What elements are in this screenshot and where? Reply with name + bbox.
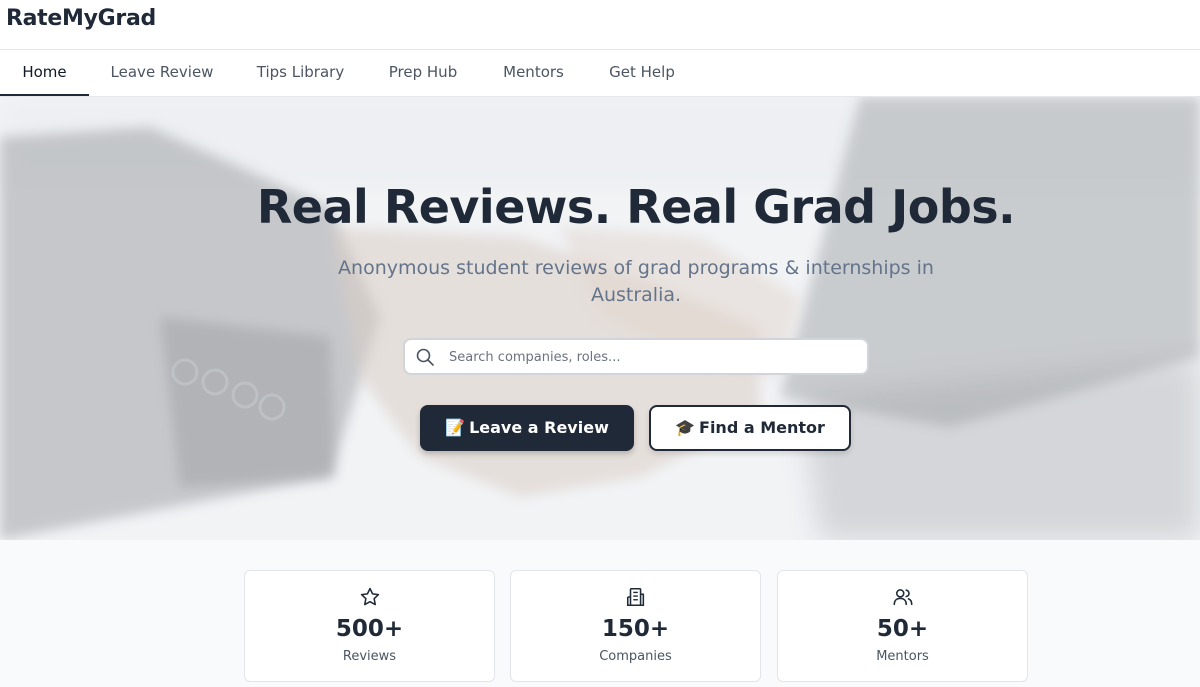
- stat-value: 50+: [876, 616, 929, 642]
- find-mentor-button[interactable]: 🎓 Find a Mentor: [649, 405, 851, 451]
- stat-value: 150+: [601, 616, 670, 642]
- search-input[interactable]: [449, 346, 849, 368]
- star-icon: [360, 587, 380, 606]
- tab-leave-review[interactable]: Leave Review: [89, 50, 235, 96]
- hero-section: Real Reviews. Real Grad Jobs. Anonymous …: [0, 97, 1200, 540]
- tab-tips-library[interactable]: Tips Library: [235, 50, 366, 96]
- stats-section: 500+ Reviews 150+ Companies 50+ Mentors: [0, 540, 1200, 687]
- hero-title: Real Reviews. Real Grad Jobs.: [256, 180, 1016, 234]
- main-nav: Home Leave Review Tips Library Prep Hub …: [0, 50, 1200, 97]
- top-bar: RateMyGrad: [0, 0, 1200, 50]
- users-icon: [893, 589, 913, 606]
- stat-value: 500+: [335, 616, 404, 642]
- memo-icon: 📝: [445, 418, 466, 437]
- stat-card-mentors: 50+ Mentors: [777, 570, 1028, 682]
- building-icon: [626, 587, 645, 607]
- graduation-cap-icon: 🎓: [675, 418, 696, 437]
- stat-label: Reviews: [342, 649, 397, 664]
- leave-review-button[interactable]: 📝 Leave a Review: [420, 405, 634, 451]
- tab-mentors[interactable]: Mentors: [480, 50, 587, 96]
- find-mentor-label: Find a Mentor: [699, 418, 825, 437]
- stat-label: Companies: [599, 649, 672, 664]
- tab-get-help[interactable]: Get Help: [587, 50, 697, 96]
- leave-review-label: Leave a Review: [469, 418, 609, 437]
- stat-card-companies: 150+ Companies: [510, 570, 761, 682]
- tab-prep-hub[interactable]: Prep Hub: [366, 50, 480, 96]
- hero-overlay: [0, 97, 1200, 540]
- hero-subtitle: Anonymous student reviews of grad progra…: [338, 257, 934, 306]
- brand-logo[interactable]: RateMyGrad: [6, 6, 156, 31]
- stat-label: Mentors: [876, 649, 929, 664]
- tab-home[interactable]: Home: [0, 50, 89, 96]
- search-box[interactable]: [403, 338, 869, 375]
- search-icon: [416, 348, 434, 366]
- stat-card-reviews: 500+ Reviews: [244, 570, 495, 682]
